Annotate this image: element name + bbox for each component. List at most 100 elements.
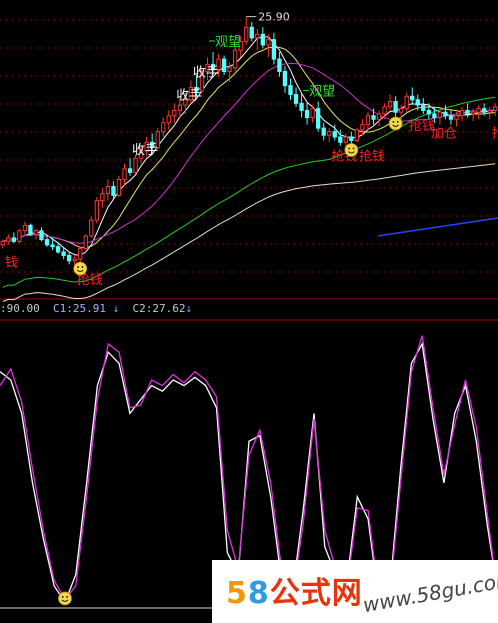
- candle-body: [55, 246, 61, 253]
- candle-body: [6, 237, 11, 242]
- candle-body: [271, 39, 277, 60]
- candle-body: [432, 113, 437, 118]
- candle-body: [310, 108, 315, 118]
- candle-body: [111, 186, 116, 196]
- candle-body: [0, 240, 5, 246]
- candle-body: [476, 108, 481, 113]
- candle-body: [100, 193, 105, 202]
- candle-body: [459, 109, 465, 117]
- candle-body: [127, 168, 133, 173]
- candle-body: [78, 247, 83, 260]
- smiley-icon: [388, 116, 403, 131]
- indicator-smiley-icon: [58, 591, 72, 606]
- high-price-label: 25.90: [258, 11, 290, 24]
- candle-body: [487, 109, 492, 113]
- candle-body: [304, 109, 310, 118]
- candle-body: [387, 101, 393, 108]
- candle-body: [482, 108, 487, 113]
- annotation-label: 观望: [309, 84, 335, 100]
- smiley-icon-eye: [81, 266, 84, 268]
- candle-body: [122, 168, 127, 180]
- candle-body: [493, 106, 498, 111]
- candle-body: [454, 115, 459, 120]
- candle-body: [94, 200, 99, 221]
- candle-body: [365, 115, 371, 126]
- annotation-label: 收手: [193, 65, 219, 80]
- watermark-cn: 公式网: [269, 576, 363, 611]
- candle-body: [338, 136, 343, 143]
- smiley-icon-eye: [77, 266, 79, 268]
- indicator-smiley-icon-eye: [61, 595, 64, 598]
- annotation-label: 收手: [176, 88, 202, 103]
- candle-body: [343, 136, 348, 143]
- legend-c1-arrow: ↓: [112, 302, 120, 315]
- candle-body: [465, 109, 470, 115]
- candle-body: [443, 111, 448, 117]
- candle-body: [277, 58, 282, 72]
- candle-body: [448, 115, 454, 120]
- candle-body: [332, 131, 337, 138]
- candle-body: [382, 106, 387, 115]
- legend-c1: C1:25.91: [53, 302, 106, 315]
- candle-body: [249, 26, 254, 39]
- ma5-line: [2, 36, 496, 256]
- candle-body: [421, 104, 426, 111]
- candle-body: [321, 127, 326, 136]
- watermark-5: 5: [226, 576, 248, 611]
- indicator-legend: :90.00 C1:25.91 ↓ C2:27.62↓: [0, 302, 192, 318]
- candle-body: [172, 109, 177, 117]
- annotation-label: 收手: [132, 143, 158, 158]
- candle-body: [17, 230, 22, 242]
- candle-body: [360, 124, 365, 131]
- annotation-label: 观望: [215, 34, 241, 50]
- candle-body: [72, 258, 77, 262]
- candle-body: [376, 113, 382, 120]
- candle-body: [227, 67, 232, 72]
- candle-body: [266, 39, 271, 46]
- candle-body: [404, 95, 409, 110]
- ma250-line: [377, 217, 498, 237]
- candle-body: [371, 115, 376, 120]
- candle-body: [288, 85, 293, 95]
- candle-body: [437, 111, 443, 118]
- candle-body: [260, 33, 265, 46]
- candle-body: [61, 251, 66, 257]
- smiley-icon-eye: [396, 120, 399, 123]
- candle-body: [33, 230, 39, 235]
- candle-body: [255, 33, 260, 39]
- legend-c2-arrow: ↓: [185, 302, 193, 315]
- candle-body: [470, 111, 476, 115]
- candle-body: [105, 186, 111, 195]
- smiley-icon-eye: [352, 147, 355, 150]
- annotation-label: 抢钱: [492, 125, 498, 141]
- candle-body: [233, 49, 238, 69]
- smiley-icon-eye: [392, 120, 395, 123]
- annotation-label: 加仓: [431, 126, 457, 141]
- candle-body: [349, 136, 354, 141]
- candle-body: [354, 129, 360, 141]
- candle-body: [299, 102, 304, 111]
- candle-body: [244, 26, 249, 42]
- candle-body: [177, 104, 182, 111]
- candle-body: [83, 235, 88, 249]
- smiley-icon: [344, 143, 359, 157]
- legend-prefix: :90.00: [0, 302, 40, 315]
- watermark-url: www.58gu.com: [361, 566, 498, 618]
- stock-chart-window: { "chart_data": [ { "type": "candlestick…: [0, 0, 498, 623]
- candle-body: [39, 230, 44, 241]
- candle-body: [133, 157, 138, 173]
- ma10-line: [2, 46, 496, 248]
- legend-c2: C2:27.62: [132, 302, 186, 315]
- candle-body: [410, 95, 415, 101]
- candle-body: [426, 109, 431, 115]
- candle-body: [282, 70, 288, 87]
- annotation-label: 抢钱: [359, 148, 385, 164]
- candle-body: [221, 58, 227, 72]
- candle-body: [116, 178, 122, 196]
- candle-body: [316, 108, 321, 129]
- candle-body: [89, 219, 94, 237]
- candle-body: [293, 93, 299, 104]
- candle-body: [166, 115, 171, 124]
- smiley-icon-eye: [348, 147, 351, 150]
- candle-body: [161, 122, 166, 133]
